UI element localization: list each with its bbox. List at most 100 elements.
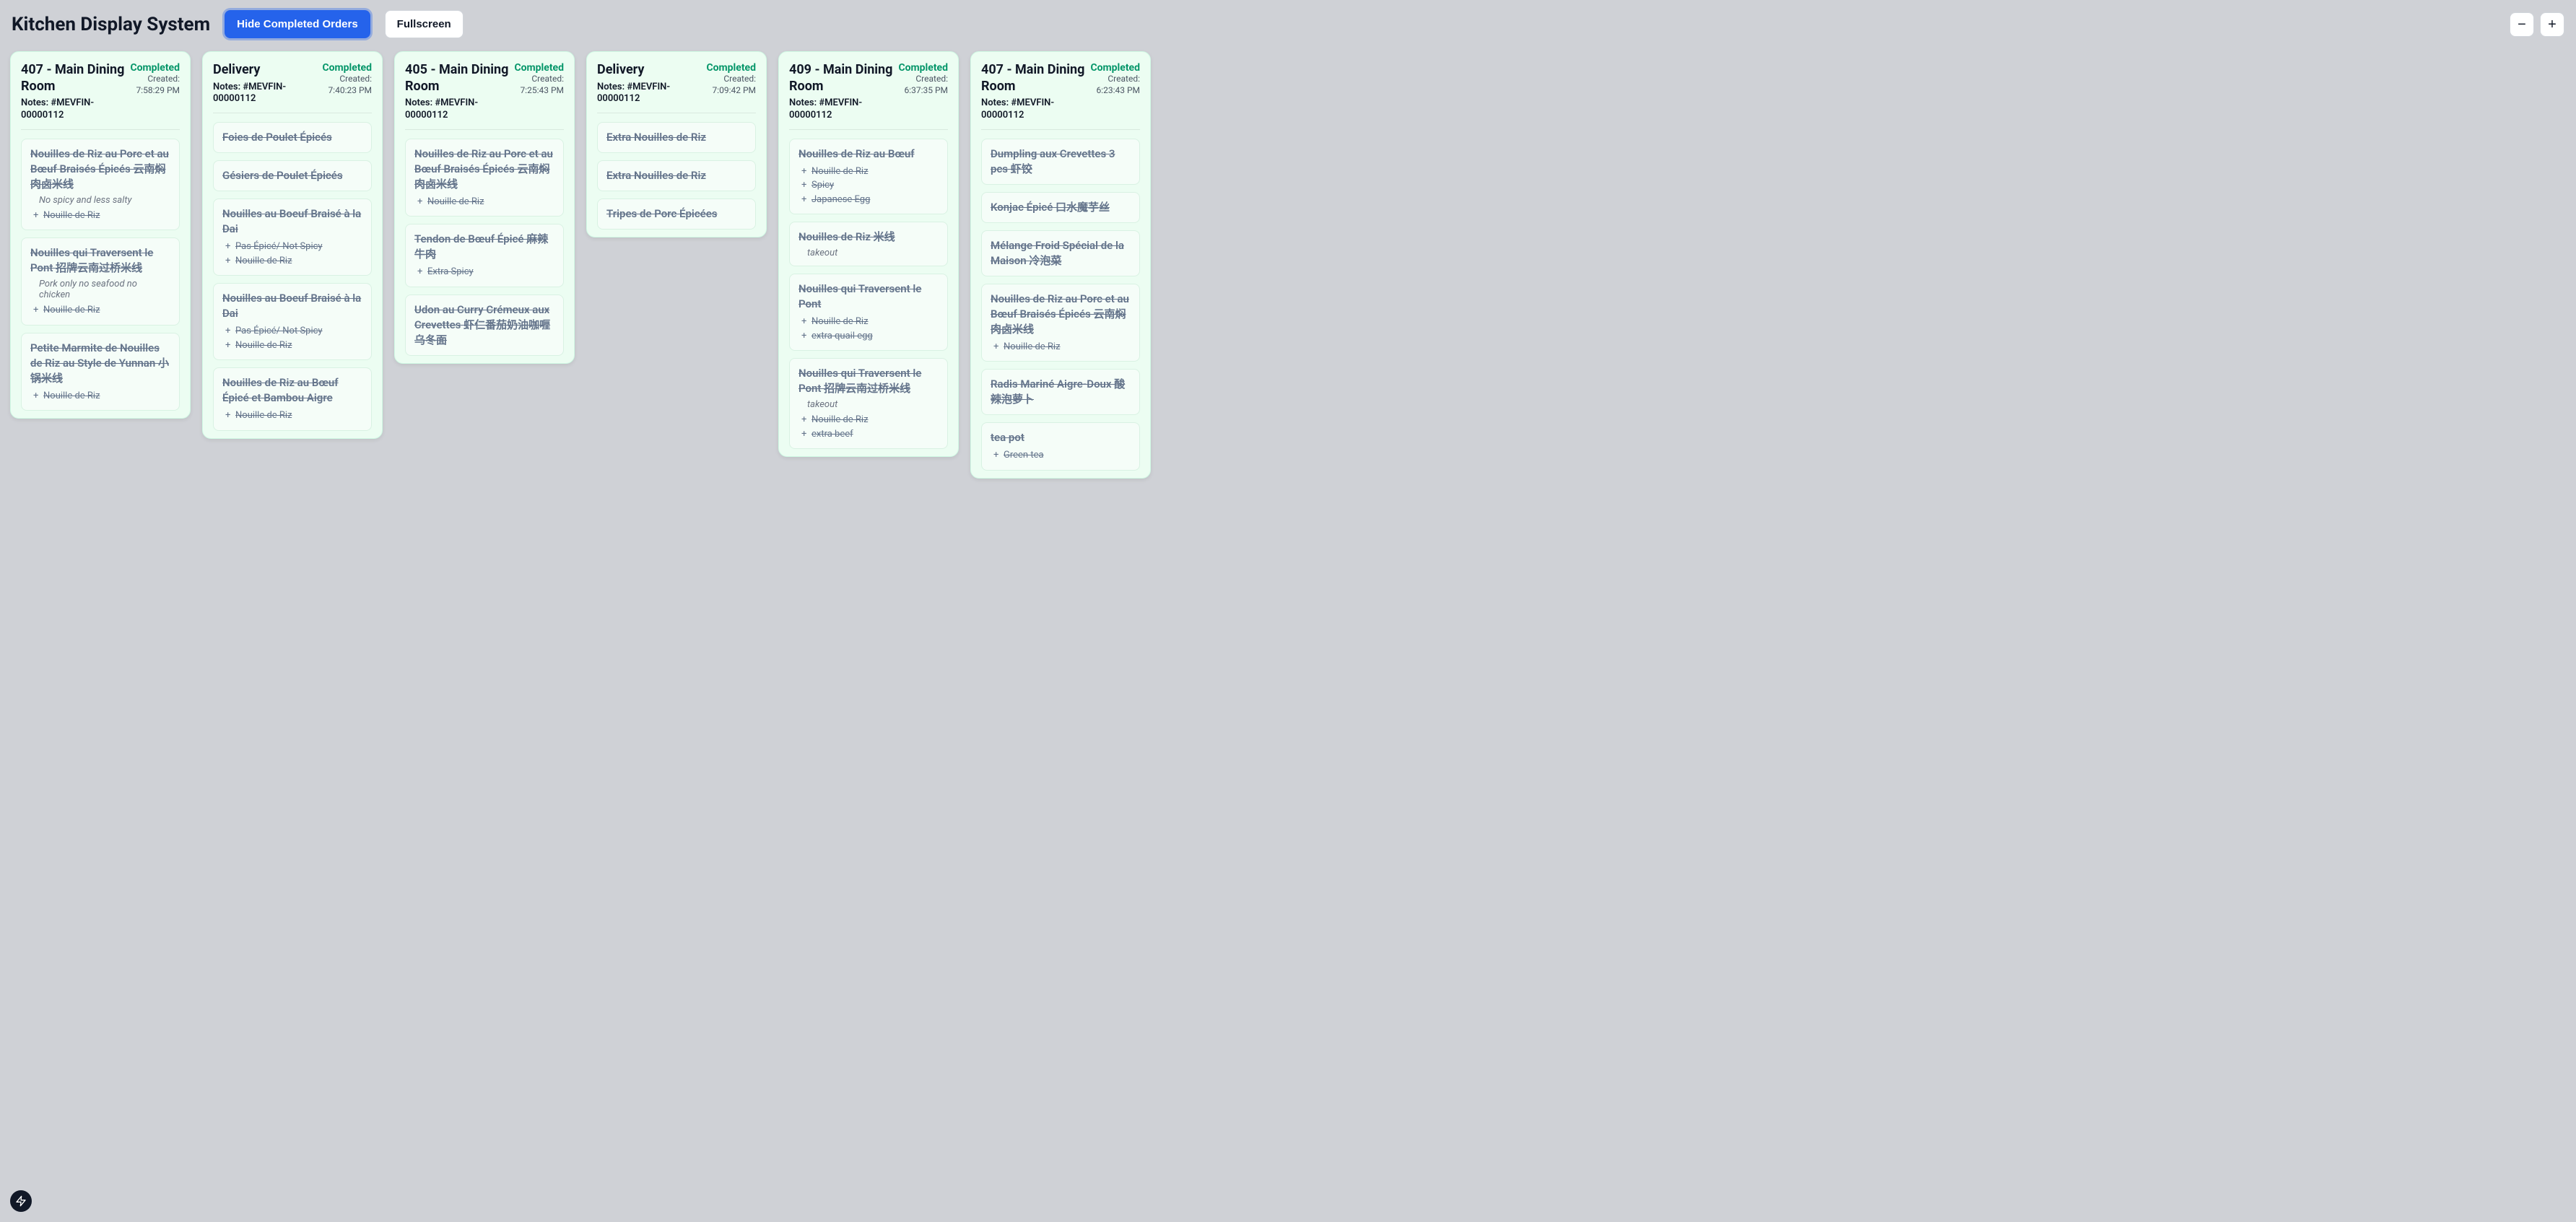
order-item-name: Nouilles de Riz 米线 xyxy=(799,230,939,245)
lightning-icon[interactable] xyxy=(10,1190,32,1212)
order-item[interactable]: Konjac Épicé 口水魔芋丝 xyxy=(981,192,1140,223)
created-label: Created: xyxy=(514,74,564,85)
order-item[interactable]: Dumpling aux Crevettes 3 pcs 虾饺 xyxy=(981,139,1140,185)
created-time: 7:40:23 PM xyxy=(322,85,372,97)
order-item-mod: extra quail egg xyxy=(811,329,939,344)
order-title: Delivery xyxy=(597,62,700,79)
order-card[interactable]: Delivery Notes: #MEVFIN-00000112 Completed… xyxy=(586,51,767,237)
order-item-mod: Nouille de Riz xyxy=(235,254,362,269)
order-item[interactable]: Nouilles qui Traversent le Pont 招牌云南过桥米线… xyxy=(21,237,180,326)
order-item-mods: Nouille de RizSpicyJapanese Egg xyxy=(799,165,939,207)
order-item[interactable]: Nouilles de Riz au Bœuf Nouille de RizSpi… xyxy=(789,139,948,215)
order-item[interactable]: Radis Mariné Aigre-Doux 酸辣泡萝卜 xyxy=(981,369,1140,415)
status-badge: Completed xyxy=(130,62,180,74)
order-item-mod: Green tea xyxy=(1004,448,1131,463)
order-item-note: Pork only no seafood no chicken xyxy=(30,279,170,300)
order-item-name: Tripes de Porc Épicées xyxy=(606,206,747,222)
order-item-mods: Nouille de Riz xyxy=(222,409,362,423)
zoom-out-button[interactable]: − xyxy=(2510,12,2534,37)
order-card-header: Delivery Notes: #MEVFIN-00000112 Completed… xyxy=(597,62,756,113)
order-item-mod: Japanese Egg xyxy=(811,193,939,207)
order-item[interactable]: Nouilles de Riz au Porc et au Bœuf Brais… xyxy=(405,139,564,217)
created-time: 6:23:43 PM xyxy=(1090,85,1140,97)
order-title: 409 - Main Dining Room xyxy=(789,62,892,95)
order-item-name: Nouilles de Riz au Porc et au Bœuf Brais… xyxy=(991,292,1131,337)
order-title: 405 - Main Dining Room xyxy=(405,62,508,95)
fullscreen-button[interactable]: Fullscreen xyxy=(385,10,464,38)
order-item-mod: extra beef xyxy=(811,427,939,442)
order-item[interactable]: Petite Marmite de Nouilles de Riz au Sty… xyxy=(21,333,180,411)
zoom-in-button[interactable]: + xyxy=(2540,12,2564,37)
order-item-name: Extra Nouilles de Riz xyxy=(606,130,747,145)
order-notes: Notes: #MEVFIN-00000112 xyxy=(981,97,1084,122)
order-card-header: 409 - Main Dining RoomNotes: #MEVFIN-000… xyxy=(789,62,948,130)
created-time: 6:37:35 PM xyxy=(898,85,948,97)
order-card-header: DeliveryNotes: #MEVFIN-00000112Completed… xyxy=(213,62,372,113)
order-item-name: Mélange Froid Spécial de la Maison 冷泡菜 xyxy=(991,238,1131,269)
order-card-header: 407 - Main Dining RoomNotes: #MEVFIN-000… xyxy=(981,62,1140,130)
order-item[interactable]: Nouilles au Boeuf Braisé à la DaiPas Épi… xyxy=(213,283,372,360)
order-item[interactable]: Gésiers de Poulet Épicés xyxy=(213,160,372,191)
order-card[interactable]: 407 - Main Dining RoomNotes: #MEVFIN-000… xyxy=(970,51,1151,479)
order-notes: Notes: #MEVFIN-00000112 xyxy=(21,97,124,122)
status-badge: Completed xyxy=(706,62,756,74)
order-item[interactable]: Tripes de Porc Épicées xyxy=(597,198,756,230)
order-item-mod: Nouille de Riz xyxy=(811,315,939,329)
order-notes: Notes: #MEVFIN-00000112 xyxy=(597,82,700,106)
order-item[interactable]: Foies de Poulet Épicés xyxy=(213,122,372,153)
order-item-name: Udon au Curry Crémeux aux Crevettes 虾仁番茄… xyxy=(414,302,554,348)
order-item-mods: Nouille de Riz xyxy=(414,195,554,209)
order-item[interactable]: Udon au Curry Crémeux aux Crevettes 虾仁番茄… xyxy=(405,294,564,356)
order-item-note: No spicy and less salty xyxy=(30,195,170,206)
order-item-mod: Nouille de Riz xyxy=(427,195,554,209)
order-item[interactable]: tea potGreen tea xyxy=(981,422,1140,471)
order-item-mods: Nouille de Riz xyxy=(30,303,170,318)
order-item[interactable]: Nouilles de Riz 米线takeout xyxy=(789,222,948,266)
order-card[interactable]: DeliveryNotes: #MEVFIN-00000112Completed… xyxy=(202,51,383,439)
order-item-name: Nouilles qui Traversent le Pont xyxy=(799,282,939,312)
order-items: Nouilles de Riz au Porc et au Bœuf Brais… xyxy=(405,139,564,356)
orders-board: 407 - Main Dining RoomNotes: #MEVFIN-000… xyxy=(0,45,2576,1222)
order-item-mods: Nouille de Rizextra beef xyxy=(799,413,939,441)
order-items: Extra Nouilles de Riz Extra Nouilles de R… xyxy=(597,122,756,230)
order-item[interactable]: Nouilles de Riz au Porc et au Bœuf Brais… xyxy=(21,139,180,231)
created-label: Created: xyxy=(322,74,372,85)
order-item-mods: Pas Épicé/ Not SpicyNouille de Riz xyxy=(222,240,362,268)
order-item-mods: Nouille de Riz xyxy=(30,389,170,403)
order-item[interactable]: Extra Nouilles de Riz xyxy=(597,160,756,191)
status-badge: Completed xyxy=(322,62,372,74)
hide-completed-button[interactable]: Hide Completed Orders xyxy=(225,10,370,38)
order-card[interactable]: 409 - Main Dining RoomNotes: #MEVFIN-000… xyxy=(778,51,959,457)
order-notes: Notes: #MEVFIN-00000112 xyxy=(213,82,316,106)
page-title: Kitchen Display System xyxy=(12,14,210,35)
order-title: 407 - Main Dining Room xyxy=(21,62,124,95)
order-item[interactable]: Nouilles qui Traversent le Pont Nouille d… xyxy=(789,274,948,351)
order-items: Nouilles de Riz au Bœuf Nouille de RizSpi… xyxy=(789,139,948,450)
order-item[interactable]: Tendon de Bœuf Épicé 麻辣牛肉Extra Spicy xyxy=(405,224,564,287)
order-item-name: Dumpling aux Crevettes 3 pcs 虾饺 xyxy=(991,147,1131,177)
order-card[interactable]: 407 - Main Dining RoomNotes: #MEVFIN-000… xyxy=(10,51,191,419)
order-item[interactable]: Nouilles qui Traversent le Pont 招牌云南过桥米线… xyxy=(789,358,948,449)
order-item[interactable]: Nouilles au Boeuf Braisé à la Dai Pas Épi… xyxy=(213,198,372,276)
order-item-mod: Nouille de Riz xyxy=(235,409,362,423)
order-item-name: Nouilles de Riz au Bœuf xyxy=(799,147,939,162)
order-notes: Notes: #MEVFIN-00000112 xyxy=(789,97,892,122)
order-item-mods: Nouille de Riz xyxy=(30,209,170,223)
status-badge: Completed xyxy=(898,62,948,74)
order-item[interactable]: Extra Nouilles de Riz xyxy=(597,122,756,153)
status-badge: Completed xyxy=(514,62,564,74)
order-item-name: Nouilles au Boeuf Braisé à la Dai xyxy=(222,206,362,237)
order-card[interactable]: 405 - Main Dining RoomNotes: #MEVFIN-000… xyxy=(394,51,575,364)
order-item[interactable]: Mélange Froid Spécial de la Maison 冷泡菜 xyxy=(981,230,1140,276)
order-notes: Notes: #MEVFIN-00000112 xyxy=(405,97,508,122)
order-item-name: Gésiers de Poulet Épicés xyxy=(222,168,362,183)
order-item-name: Nouilles de Riz au Porc et au Bœuf Brais… xyxy=(414,147,554,192)
order-item[interactable]: Nouilles de Riz au Porc et au Bœuf Brais… xyxy=(981,284,1140,362)
order-item[interactable]: Nouilles de Riz au Bœuf Épicé et Bambou … xyxy=(213,367,372,431)
created-label: Created: xyxy=(130,74,180,85)
created-label: Created: xyxy=(706,74,756,85)
created-time: 7:09:42 PM xyxy=(706,85,756,97)
order-item-mod: Nouille de Riz xyxy=(811,413,939,427)
order-item-name: Radis Mariné Aigre-Doux 酸辣泡萝卜 xyxy=(991,377,1131,407)
order-item-mods: Nouille de Riz xyxy=(991,340,1131,354)
